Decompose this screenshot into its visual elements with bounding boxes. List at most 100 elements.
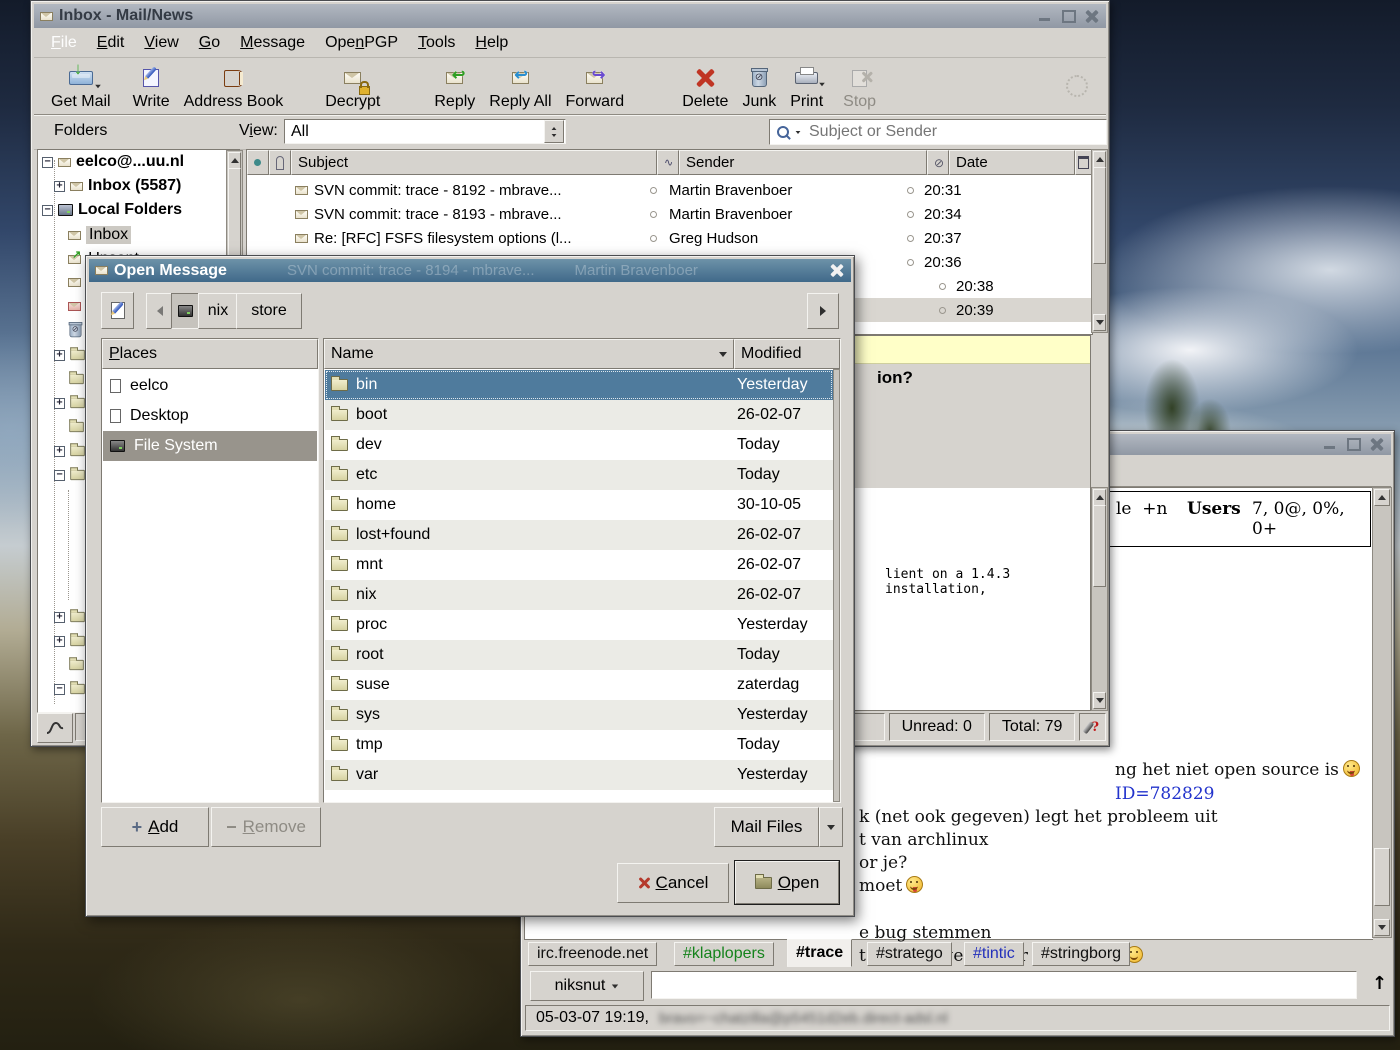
tree-item-trash-icon[interactable] bbox=[68, 322, 83, 343]
scroll-down-icon[interactable] bbox=[1374, 919, 1390, 936]
close-icon[interactable] bbox=[1083, 9, 1100, 24]
menu-file[interactable]: File bbox=[42, 31, 86, 55]
irc-chat-scrollbar[interactable] bbox=[1372, 487, 1392, 938]
scrollbar-thumb[interactable] bbox=[228, 168, 241, 260]
file-row[interactable]: rootToday bbox=[325, 640, 833, 670]
open-message-dialog[interactable]: Open Message SVN commit: trace - 8194 - … bbox=[85, 255, 855, 917]
chevron-down-icon[interactable] bbox=[819, 83, 825, 87]
maximize-icon[interactable] bbox=[1345, 437, 1362, 452]
tree-item-account[interactable]: eelco@...uu.nl bbox=[42, 153, 184, 171]
read-dot-icon[interactable] bbox=[939, 283, 946, 290]
path-segment-store[interactable]: store bbox=[236, 293, 302, 329]
file-row[interactable]: binYesterday bbox=[325, 370, 833, 400]
sender-column-header[interactable]: Sender bbox=[679, 150, 927, 175]
place-desktop[interactable]: Desktop bbox=[103, 401, 317, 431]
read-dot-icon[interactable] bbox=[650, 235, 657, 242]
read-dot-icon[interactable] bbox=[907, 235, 914, 242]
file-row[interactable]: sysYesterday bbox=[325, 700, 833, 730]
file-row[interactable]: devToday bbox=[325, 430, 833, 460]
chevron-down-icon[interactable] bbox=[95, 85, 101, 89]
menu-message[interactable]: Message bbox=[231, 31, 314, 55]
tree-folder-row[interactable] bbox=[68, 658, 85, 675]
path-forward-button[interactable] bbox=[807, 293, 839, 329]
read-dot-icon[interactable] bbox=[907, 211, 914, 218]
get-mail-button[interactable]: ↓ Get Mail bbox=[44, 61, 118, 113]
scroll-up-icon[interactable] bbox=[1093, 151, 1106, 168]
maximize-icon[interactable] bbox=[1060, 9, 1077, 24]
close-icon[interactable] bbox=[828, 263, 845, 278]
read-dot-icon[interactable] bbox=[907, 187, 914, 194]
print-button[interactable]: Print bbox=[783, 61, 830, 113]
file-row[interactable]: lost+found26-02-07 bbox=[325, 520, 833, 550]
menu-tools[interactable]: Tools bbox=[409, 31, 464, 55]
write-button[interactable]: Write bbox=[126, 61, 177, 113]
read-dot-icon[interactable] bbox=[650, 211, 657, 218]
reply-all-button[interactable]: ↩ Reply All bbox=[482, 61, 558, 113]
menu-edit[interactable]: Edit bbox=[88, 31, 134, 55]
path-segment-nix[interactable]: nix bbox=[198, 293, 238, 329]
irc-message-input[interactable] bbox=[651, 971, 1357, 999]
tree-folder-row[interactable] bbox=[68, 420, 85, 437]
scroll-down-icon[interactable] bbox=[1093, 692, 1106, 709]
tab-stratego[interactable]: #stratego bbox=[867, 942, 952, 966]
places-header[interactable]: Places bbox=[102, 339, 318, 369]
address-book-button[interactable]: Address Book bbox=[177, 61, 291, 113]
expander-icon[interactable] bbox=[54, 181, 65, 192]
message-row[interactable]: SVN commit: trace - 8193 - mbrave... Mar… bbox=[247, 202, 1092, 226]
menu-view[interactable]: View bbox=[135, 31, 187, 55]
scroll-up-icon[interactable] bbox=[1093, 489, 1106, 506]
filter-dropdown-arrow[interactable] bbox=[819, 807, 843, 847]
column-picker[interactable] bbox=[1075, 150, 1092, 175]
scrollbar-thumb[interactable] bbox=[1374, 848, 1390, 906]
close-icon[interactable] bbox=[1368, 437, 1385, 452]
date-column-header[interactable]: Date bbox=[949, 150, 1075, 175]
read-dot-icon[interactable] bbox=[907, 259, 914, 266]
message-row[interactable]: SVN commit: trace - 8192 - mbrave... Mar… bbox=[247, 178, 1092, 202]
open-button[interactable]: Open bbox=[735, 861, 839, 904]
menu-help[interactable]: Help bbox=[466, 31, 517, 55]
minimize-icon[interactable] bbox=[1037, 9, 1054, 24]
search-input[interactable] bbox=[807, 122, 1099, 142]
tree-folder-row[interactable] bbox=[54, 396, 86, 413]
scrollbar-thumb[interactable] bbox=[1093, 505, 1106, 587]
tree-item-inbox-account[interactable]: Inbox (5587) bbox=[54, 177, 181, 195]
tree-folder-row[interactable] bbox=[54, 610, 86, 627]
attachment-column-header[interactable] bbox=[269, 150, 291, 175]
chat-link[interactable]: ID=782829 bbox=[1115, 784, 1215, 804]
path-back-button[interactable] bbox=[146, 293, 173, 329]
tab-klaplopers[interactable]: #klaplopers bbox=[674, 942, 774, 966]
filter-combobox[interactable]: Mail Files bbox=[714, 807, 843, 847]
tab-stringborg[interactable]: #stringborg bbox=[1032, 942, 1130, 966]
tab-server[interactable]: irc.freenode.net bbox=[528, 942, 657, 966]
file-row[interactable]: home30-10-05 bbox=[325, 490, 833, 520]
junk-column-header[interactable]: ⊘ bbox=[927, 150, 949, 175]
name-column-header[interactable]: Name bbox=[324, 339, 734, 369]
file-row[interactable]: etcToday bbox=[325, 460, 833, 490]
nick-button[interactable]: niksnut bbox=[530, 971, 644, 1001]
reply-button[interactable]: ↩ Reply bbox=[427, 61, 482, 113]
tree-folder-row[interactable] bbox=[54, 468, 86, 485]
scroll-up-icon[interactable] bbox=[228, 152, 241, 169]
view-combobox[interactable]: All bbox=[284, 119, 566, 144]
file-row[interactable]: susezaterdag bbox=[325, 670, 833, 700]
scrollbar-thumb[interactable] bbox=[1093, 167, 1106, 264]
thread-column-header[interactable]: ∿ bbox=[657, 150, 679, 175]
flag-column-header[interactable] bbox=[247, 150, 269, 175]
menu-openpgp[interactable]: OpenPGP bbox=[316, 31, 407, 55]
read-dot-icon[interactable] bbox=[939, 307, 946, 314]
message-pane-scrollbar[interactable] bbox=[1091, 487, 1108, 711]
tree-folder-row[interactable] bbox=[68, 372, 85, 389]
junk-button[interactable]: Junk bbox=[735, 61, 783, 113]
message-list-scrollbar[interactable] bbox=[1091, 149, 1108, 333]
file-row[interactable]: nix26-02-07 bbox=[325, 580, 833, 610]
tree-folder-row[interactable] bbox=[54, 634, 86, 651]
expander-icon[interactable] bbox=[42, 157, 53, 168]
cancel-button[interactable]: Cancel bbox=[617, 863, 729, 903]
place-file-system[interactable]: File System bbox=[103, 431, 317, 461]
type-filename-toggle[interactable] bbox=[101, 292, 134, 329]
decrypt-button[interactable]: Decrypt bbox=[318, 61, 387, 113]
tree-folder-row[interactable] bbox=[54, 682, 86, 699]
modified-column-header[interactable]: Modified bbox=[734, 339, 840, 369]
file-row[interactable]: varYesterday bbox=[325, 760, 833, 790]
subject-column-header[interactable]: Subject bbox=[291, 150, 657, 175]
